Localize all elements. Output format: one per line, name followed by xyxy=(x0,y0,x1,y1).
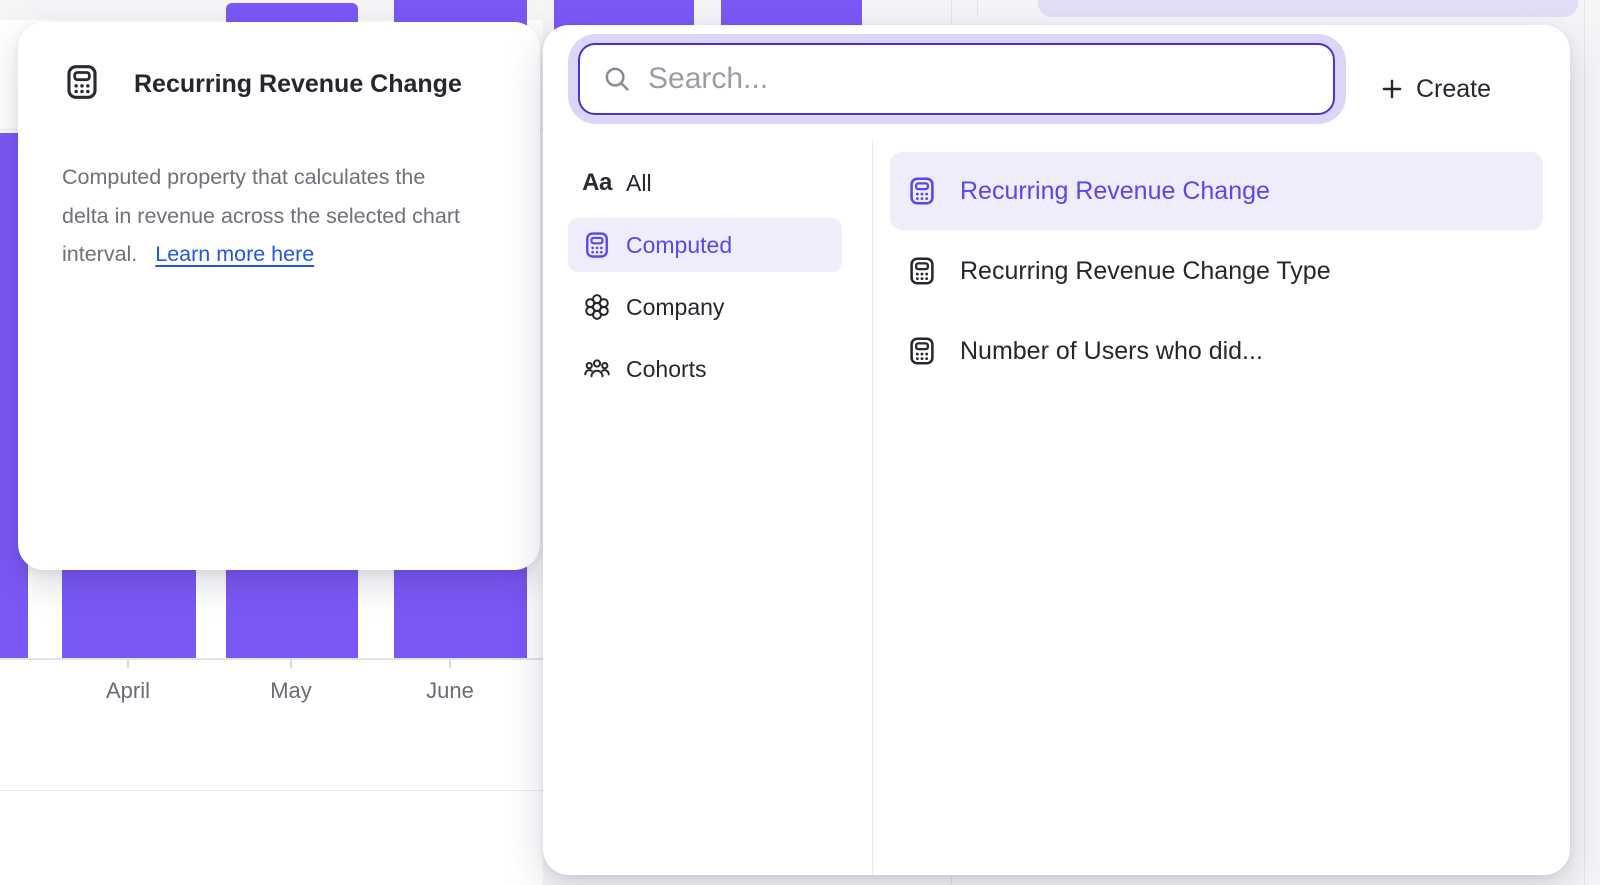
selected-chip-partial[interactable] xyxy=(1038,0,1578,17)
tooltip-description: Computed property that calculates the de… xyxy=(62,158,507,274)
tooltip-description-line: delta in revenue across the selected cha… xyxy=(62,197,507,236)
result-row-recurring-revenue-change[interactable]: Recurring Revenue Change xyxy=(890,152,1543,230)
search-input[interactable] xyxy=(646,61,1313,97)
tooltip-description-line: interval. Learn more here xyxy=(62,235,507,274)
company-icon xyxy=(582,292,612,322)
calculator-icon xyxy=(906,255,938,287)
app-screenshot: April May June Recurring Revenue Change … xyxy=(0,0,1600,885)
result-label: Number of Users who did... xyxy=(960,337,1263,366)
property-tooltip-card: Recurring Revenue Change Computed proper… xyxy=(18,22,540,570)
create-button[interactable]: Create xyxy=(1379,69,1491,109)
tooltip-description-line: Computed property that calculates the xyxy=(62,158,507,197)
section-divider-line xyxy=(0,790,543,791)
result-label: Recurring Revenue Change xyxy=(960,177,1270,206)
panel-edge-line xyxy=(1584,0,1585,885)
category-sidebar: Aa All Computed xyxy=(568,156,842,404)
result-label: Recurring Revenue Change Type xyxy=(960,257,1331,286)
search-icon xyxy=(602,64,632,94)
calculator-icon xyxy=(582,230,612,260)
category-label: Cohorts xyxy=(626,356,707,383)
tooltip-description-text: interval. xyxy=(62,242,137,266)
x-axis-label: April xyxy=(106,678,150,704)
results-list: Recurring Revenue Change Recurring Reven… xyxy=(890,152,1543,392)
x-axis-label: May xyxy=(270,678,312,704)
x-axis-line xyxy=(0,658,543,660)
result-row-recurring-revenue-change-type[interactable]: Recurring Revenue Change Type xyxy=(890,232,1543,310)
category-label: All xyxy=(626,170,652,197)
learn-more-link[interactable]: Learn more here xyxy=(155,242,314,266)
vertical-divider xyxy=(872,140,873,875)
text-format-icon: Aa xyxy=(582,168,612,198)
axis-tick xyxy=(127,660,129,668)
category-item-cohorts[interactable]: Cohorts xyxy=(568,342,842,396)
category-item-all[interactable]: Aa All xyxy=(568,156,842,210)
create-button-label: Create xyxy=(1416,75,1491,104)
search-box[interactable] xyxy=(578,43,1335,115)
category-label: Computed xyxy=(626,232,732,259)
category-item-computed[interactable]: Computed xyxy=(568,218,842,272)
calculator-icon xyxy=(906,175,938,207)
calculator-icon xyxy=(906,335,938,367)
category-item-company[interactable]: Company xyxy=(568,280,842,334)
x-axis-label: June xyxy=(426,678,474,704)
panel-divider-line xyxy=(977,0,978,16)
category-label: Company xyxy=(626,294,724,321)
axis-tick xyxy=(449,660,451,668)
cohorts-icon xyxy=(582,354,612,384)
axis-tick xyxy=(290,660,292,668)
tooltip-title: Recurring Revenue Change xyxy=(134,70,462,99)
calculator-icon xyxy=(62,62,102,102)
property-picker-panel: Create Aa All xyxy=(543,25,1570,875)
result-row-number-of-users-who-did[interactable]: Number of Users who did... xyxy=(890,312,1543,390)
plus-icon xyxy=(1379,76,1405,102)
